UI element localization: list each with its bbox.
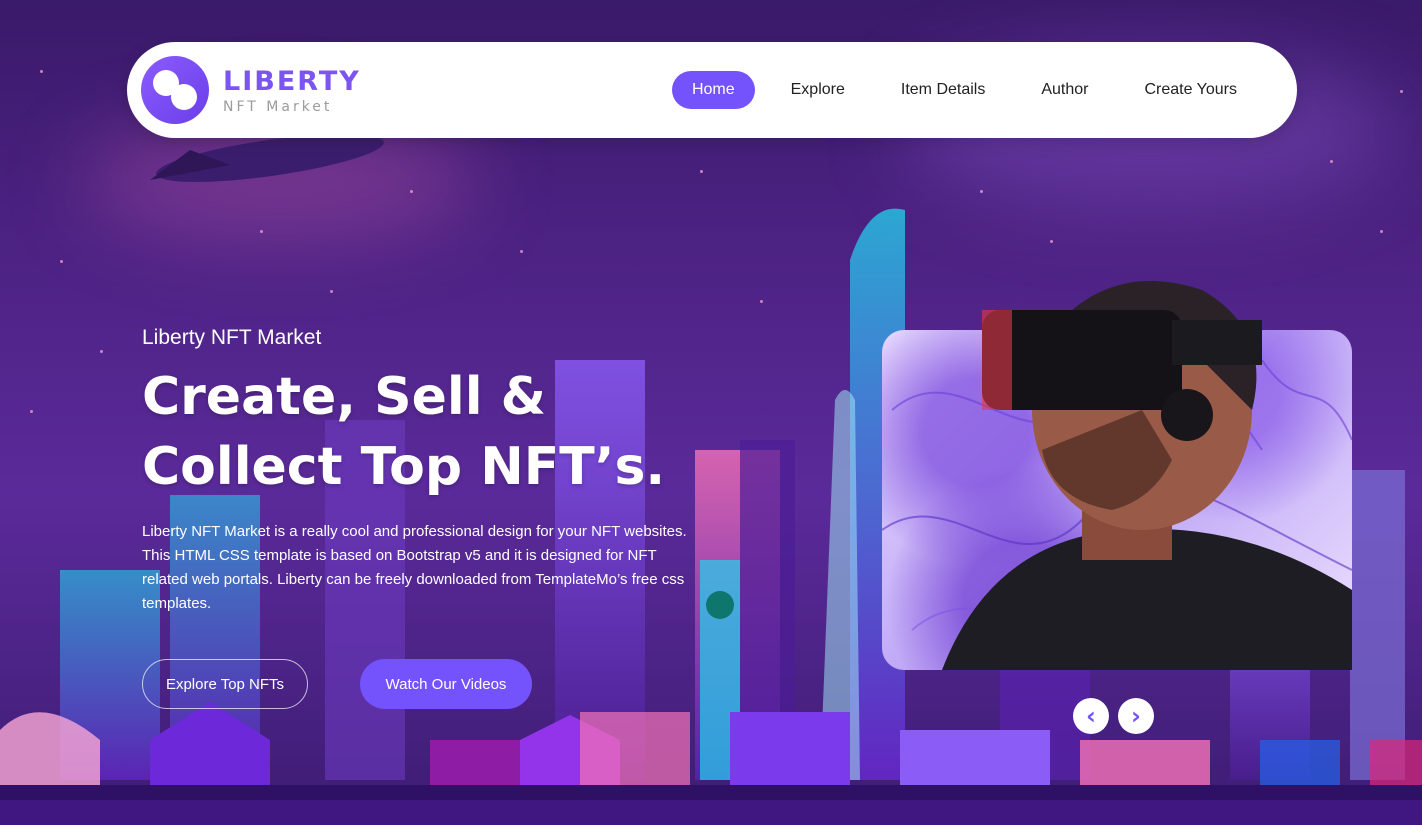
nav-home[interactable]: Home: [671, 71, 755, 109]
hero-heading-line1: Create, Sell &: [142, 367, 546, 427]
nav-create-yours[interactable]: Create Yours: [1124, 71, 1257, 109]
hero-section: Liberty NFT Market Create, Sell & Collec…: [142, 326, 702, 616]
chevron-right-icon: ›: [1131, 702, 1141, 730]
nav-author[interactable]: Author: [1021, 71, 1108, 109]
top-navbar: LIBERTY NFT Market Home Explore Item Det…: [127, 42, 1297, 138]
hero-description: Liberty NFT Market is a really cool and …: [142, 523, 687, 612]
brand-logo[interactable]: LIBERTY NFT Market: [141, 56, 361, 124]
nav-item-details[interactable]: Item Details: [881, 71, 1005, 109]
carousel-next-button[interactable]: ›: [1118, 698, 1154, 734]
main-menu: Home Explore Item Details Author Create …: [671, 71, 1257, 109]
carousel-prev-button[interactable]: ‹: [1073, 698, 1109, 734]
logo-icon: [141, 56, 209, 124]
brand-subtitle: NFT Market: [223, 98, 333, 115]
explore-top-nfts-button[interactable]: Explore Top NFTs: [142, 659, 308, 709]
vr-headset-person-illustration: [942, 281, 1352, 670]
hero-heading: Create, Sell & Collect Top NFT’s.: [142, 362, 702, 502]
brand-title: LIBERTY: [223, 65, 361, 97]
hero-heading-line2: Collect Top NFT’s.: [142, 437, 666, 497]
hero-eyebrow: Liberty NFT Market: [142, 326, 322, 349]
watch-videos-button[interactable]: Watch Our Videos: [360, 659, 532, 709]
chevron-left-icon: ‹: [1086, 702, 1096, 730]
nav-explore[interactable]: Explore: [771, 71, 865, 109]
hero-image-card: [882, 281, 1352, 670]
